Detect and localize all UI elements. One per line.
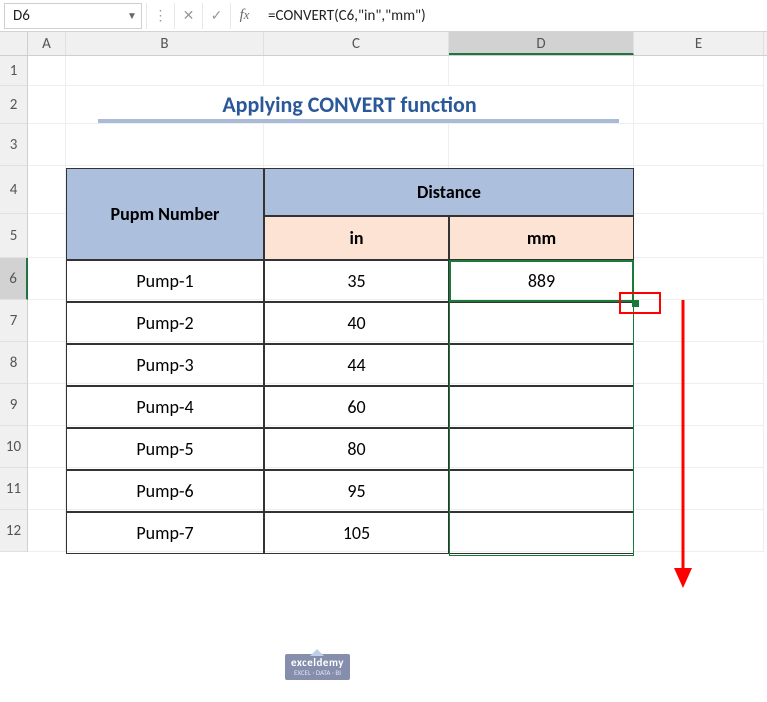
cell-pump-2-in[interactable]: 40	[264, 302, 449, 344]
row-header-10[interactable]: 10	[0, 426, 28, 468]
cell-pump-7-name[interactable]: Pump-7	[66, 512, 264, 554]
cell-a12[interactable]	[28, 510, 66, 552]
cell-a4[interactable]	[28, 166, 66, 214]
cell-pump-4-mm[interactable]	[449, 386, 634, 428]
insert-function-icon[interactable]: fx	[230, 3, 258, 29]
cell-pump-7-in[interactable]: 105	[264, 512, 449, 554]
cell-pump-4-name[interactable]: Pump-4	[66, 386, 264, 428]
cell-pump-3-name[interactable]: Pump-3	[66, 344, 264, 386]
cell-a10[interactable]	[28, 426, 66, 468]
row-header-9[interactable]: 9	[0, 384, 28, 426]
cell-a6[interactable]	[28, 258, 66, 300]
cell-pump-2-mm[interactable]	[449, 302, 634, 344]
cell-e7[interactable]	[634, 300, 764, 342]
formula-bar-controls: ⋮ ✕ ✓ fx	[146, 3, 258, 29]
cell-d3[interactable]	[449, 124, 634, 166]
cell-e4[interactable]	[634, 166, 764, 214]
select-all-corner[interactable]	[0, 32, 28, 55]
cell-a5[interactable]	[28, 214, 66, 258]
cell-pump-2-name[interactable]: Pump-2	[66, 302, 264, 344]
row-3: 3	[0, 124, 767, 166]
column-headers: A B C D E	[0, 32, 767, 56]
cell-a3[interactable]	[28, 124, 66, 166]
cell-pump-3-in[interactable]: 44	[264, 344, 449, 386]
cell-pump-1-in[interactable]: 35	[264, 260, 449, 302]
cancel-icon[interactable]: ✕	[174, 3, 202, 29]
cell-d1[interactable]	[449, 56, 634, 86]
col-header-e[interactable]: E	[634, 32, 764, 55]
worksheet: A B C D E 1 2 Applying CONVERT function …	[0, 32, 767, 552]
title-text: Applying CONVERT function	[222, 91, 476, 118]
name-box[interactable]: D6	[5, 7, 123, 25]
fill-handle-icon[interactable]	[632, 300, 639, 307]
name-box-dropdown-icon[interactable]: ▼	[123, 9, 141, 22]
subheader-in[interactable]: in	[264, 216, 449, 260]
row-header-7[interactable]: 7	[0, 300, 28, 342]
row-1: 1	[0, 56, 767, 86]
row-header-11[interactable]: 11	[0, 468, 28, 510]
row-header-2[interactable]: 2	[0, 86, 28, 124]
cell-pump-1-name[interactable]: Pump-1	[66, 260, 264, 302]
cell-c1[interactable]	[264, 56, 449, 86]
row-header-12[interactable]: 12	[0, 510, 28, 552]
enter-icon[interactable]: ✓	[202, 3, 230, 29]
watermark: exceldemy EXCEL · DATA · BI	[285, 654, 350, 680]
watermark-triangle-icon	[310, 649, 324, 656]
cell-pump-7-mm[interactable]	[449, 512, 634, 554]
cell-e6[interactable]	[634, 258, 764, 300]
cell-a7[interactable]	[28, 300, 66, 342]
cell-pump-1-mm[interactable]: 889	[449, 260, 634, 302]
row-header-5[interactable]: 5	[0, 214, 28, 258]
cell-e1[interactable]	[634, 56, 764, 86]
cell-pump-4-in[interactable]: 60	[264, 386, 449, 428]
header-distance[interactable]: Distance	[264, 168, 634, 216]
cell-pump-3-mm[interactable]	[449, 344, 634, 386]
cell-e10[interactable]	[634, 426, 764, 468]
cell-a2[interactable]	[28, 86, 66, 124]
header-pump-number[interactable]: Pupm Number	[66, 168, 264, 260]
row-header-8[interactable]: 8	[0, 342, 28, 384]
col-header-b[interactable]: B	[66, 32, 264, 55]
row-header-4[interactable]: 4	[0, 166, 28, 214]
cell-pump-5-mm[interactable]	[449, 428, 634, 470]
cell-a9[interactable]	[28, 384, 66, 426]
cell-e12[interactable]	[634, 510, 764, 552]
watermark-sub: EXCEL · DATA · BI	[291, 669, 344, 677]
cell-pump-5-in[interactable]: 80	[264, 428, 449, 470]
formula-bar-area: D6 ▼ ⋮ ✕ ✓ fx =CONVERT(C6,"in","mm")	[0, 0, 767, 32]
cell-pump-6-name[interactable]: Pump-6	[66, 470, 264, 512]
cell-a1[interactable]	[28, 56, 66, 86]
cell-e11[interactable]	[634, 468, 764, 510]
row-header-6[interactable]: 6	[0, 258, 28, 300]
cell-a8[interactable]	[28, 342, 66, 384]
cell-b3[interactable]	[66, 124, 264, 166]
cell-a11[interactable]	[28, 468, 66, 510]
cell-pump-6-in[interactable]: 95	[264, 470, 449, 512]
col-header-c[interactable]: C	[264, 32, 449, 55]
title-underline	[98, 119, 619, 123]
cell-e9[interactable]	[634, 384, 764, 426]
col-header-d[interactable]: D	[449, 32, 634, 55]
data-table: Pupm Number Distance in mm Pump-135889 P…	[66, 168, 634, 554]
name-box-container[interactable]: D6 ▼	[4, 3, 142, 29]
row-header-3[interactable]: 3	[0, 124, 28, 166]
col-header-a[interactable]: A	[28, 32, 66, 55]
cell-pump-5-name[interactable]: Pump-5	[66, 428, 264, 470]
formula-input[interactable]: =CONVERT(C6,"in","mm")	[258, 3, 767, 29]
cell-e2[interactable]	[634, 86, 764, 124]
cell-e5[interactable]	[634, 214, 764, 258]
row-header-1[interactable]: 1	[0, 56, 28, 86]
cell-e8[interactable]	[634, 342, 764, 384]
subheader-mm[interactable]: mm	[449, 216, 634, 260]
cell-pump-6-mm[interactable]	[449, 470, 634, 512]
cell-e3[interactable]	[634, 124, 764, 166]
fb-separator-icon: ⋮	[146, 3, 174, 29]
cell-b1[interactable]	[66, 56, 264, 86]
cell-c3[interactable]	[264, 124, 449, 166]
